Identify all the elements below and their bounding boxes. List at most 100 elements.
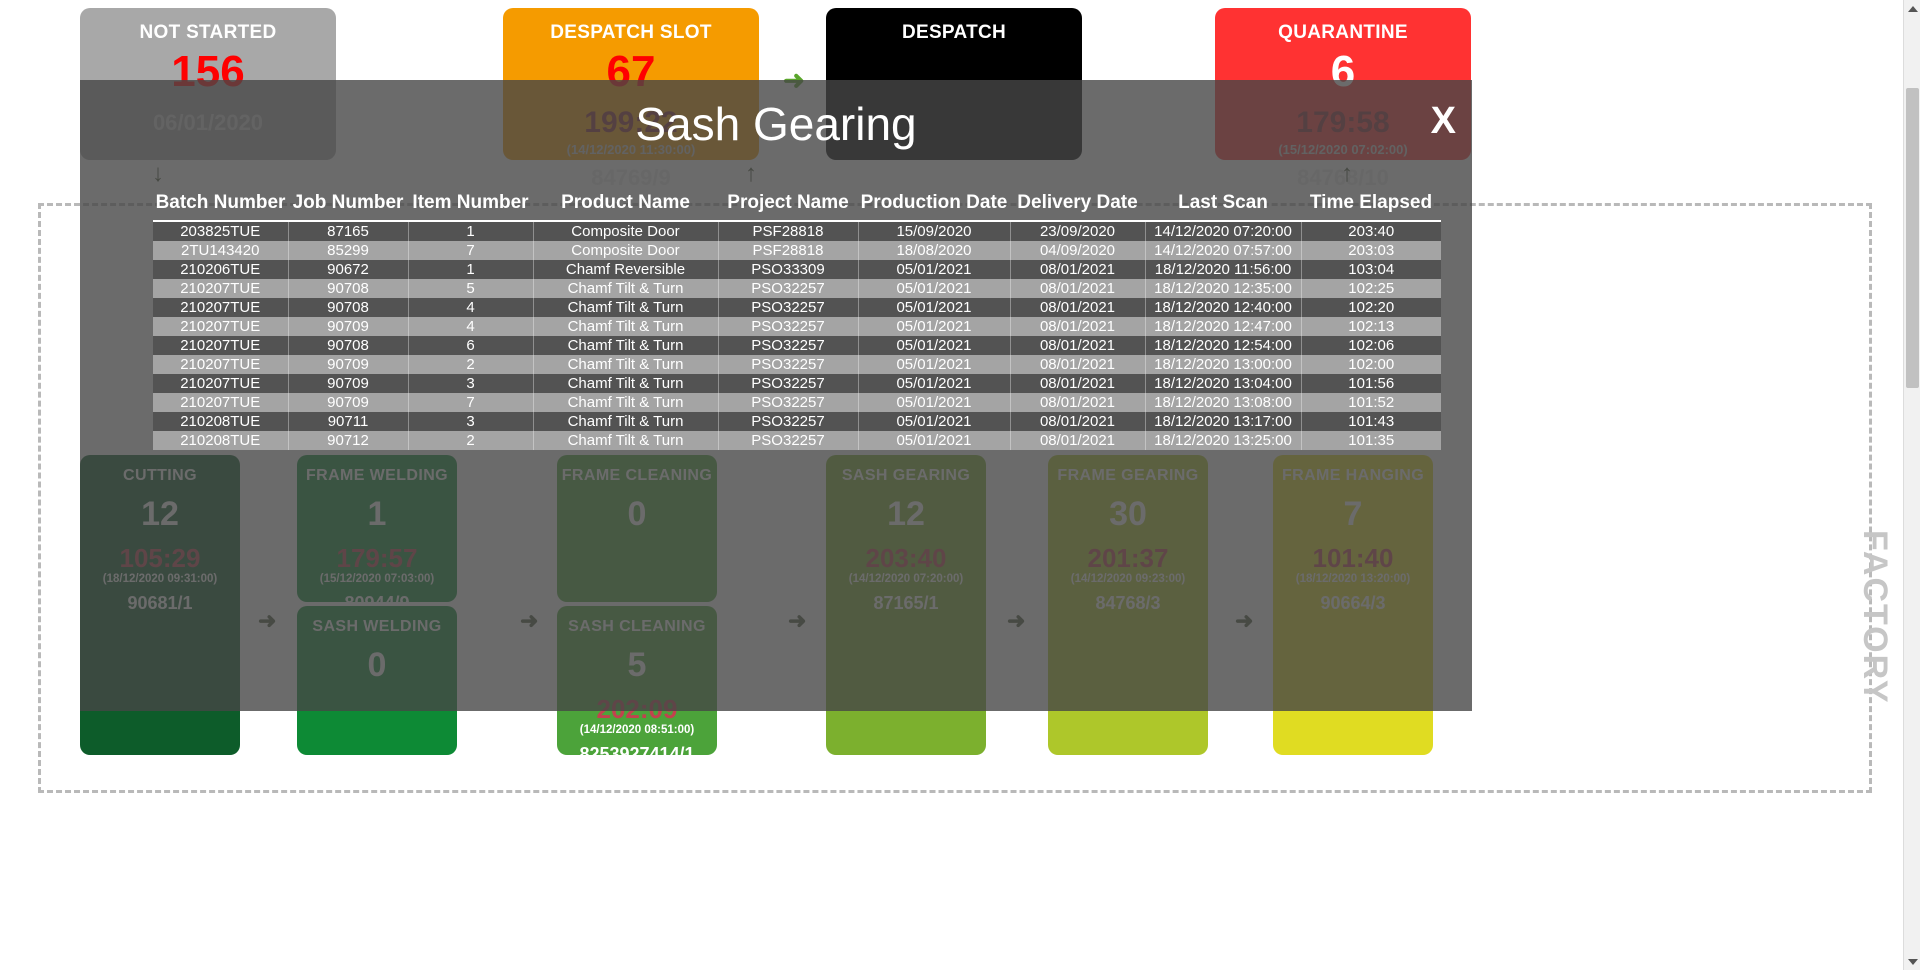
table-cell-time-elapsed: 102:06 — [1301, 336, 1441, 355]
table-cell-job-number: 90712 — [288, 431, 409, 450]
table-row[interactable]: 210207TUE 90709 7 Chamf Tilt & Turn PSO32257… — [153, 393, 1441, 412]
column-header-last-scan[interactable]: Last Scan — [1145, 190, 1301, 222]
close-icon[interactable]: X — [1431, 102, 1456, 140]
table-cell-production-date: 18/08/2020 — [858, 241, 1011, 260]
table-cell-item-number: 2 — [408, 355, 534, 374]
table-cell-item-number: 4 — [408, 317, 534, 336]
table-cell-last-scan: 18/12/2020 13:08:00 — [1145, 393, 1302, 412]
table-cell-project-name: PSO32257 — [718, 355, 859, 374]
table-cell-product-name: Composite Door — [533, 241, 719, 260]
table-cell-product-name: Chamf Tilt & Turn — [533, 393, 719, 412]
table-cell-project-name: PSO32257 — [718, 298, 859, 317]
table-cell-delivery-date: 08/01/2021 — [1010, 317, 1146, 336]
table-row[interactable]: 210207TUE 90708 5 Chamf Tilt & Turn PSO32257… — [153, 279, 1441, 298]
table-cell-time-elapsed: 102:13 — [1301, 317, 1441, 336]
table-cell-production-date: 05/01/2021 — [858, 336, 1011, 355]
column-header-batch-number[interactable]: Batch Number — [153, 190, 288, 222]
table-cell-last-scan: 18/12/2020 13:17:00 — [1145, 412, 1302, 431]
modal-title: Sash Gearing — [635, 98, 917, 150]
column-header-item-number[interactable]: Item Number — [408, 190, 533, 222]
table-cell-item-number: 4 — [408, 298, 534, 317]
table-cell-job-number: 85299 — [288, 241, 409, 260]
table-cell-batch-number: 210207TUE — [153, 393, 289, 412]
table-cell-product-name: Chamf Tilt & Turn — [533, 317, 719, 336]
table-cell-project-name: PSO33309 — [718, 260, 859, 279]
column-header-project-name[interactable]: Project Name — [718, 190, 858, 222]
scrollbar-thumb[interactable] — [1906, 88, 1919, 388]
table-cell-job-number: 90708 — [288, 336, 409, 355]
scroll-down-icon[interactable] — [1904, 953, 1920, 970]
table-cell-time-elapsed: 101:35 — [1301, 431, 1441, 450]
table-cell-project-name: PSO32257 — [718, 336, 859, 355]
table-cell-project-name: PSO32257 — [718, 374, 859, 393]
table-cell-batch-number: 203825TUE — [153, 221, 289, 241]
column-header-delivery-date[interactable]: Delivery Date — [1010, 190, 1145, 222]
jobs-table-body: 203825TUE 87165 1 Composite Door PSF28818 15/… — [153, 221, 1441, 450]
table-cell-product-name: Chamf Tilt & Turn — [533, 412, 719, 431]
table-row[interactable]: 210207TUE 90709 4 Chamf Tilt & Turn PSO32257… — [153, 317, 1441, 336]
table-cell-batch-number: 2TU143420 — [153, 241, 289, 260]
table-cell-delivery-date: 08/01/2021 — [1010, 374, 1146, 393]
table-cell-job-number: 90709 — [288, 317, 409, 336]
table-cell-production-date: 15/09/2020 — [858, 221, 1011, 241]
table-row[interactable]: 210208TUE 90711 3 Chamf Tilt & Turn PSO32257… — [153, 412, 1441, 431]
table-row[interactable]: 2TU143420 85299 7 Composite Door PSF28818 18/… — [153, 241, 1441, 260]
table-cell-delivery-date: 08/01/2021 — [1010, 279, 1146, 298]
table-cell-project-name: PSF28818 — [718, 241, 859, 260]
table-cell-time-elapsed: 103:04 — [1301, 260, 1441, 279]
table-cell-batch-number: 210207TUE — [153, 355, 289, 374]
table-cell-item-number: 2 — [408, 431, 534, 450]
table-cell-project-name: PSO32257 — [718, 317, 859, 336]
factory-label: FACTORY — [1856, 530, 1894, 705]
status-title: QUARANTINE — [1278, 22, 1408, 43]
app-root: FACTORY CUTTING 12 105:29 (18/12/2020 09… — [0, 0, 1920, 970]
table-cell-last-scan: 14/12/2020 07:57:00 — [1145, 241, 1302, 260]
table-row[interactable]: 210207TUE 90709 2 Chamf Tilt & Turn PSO32257… — [153, 355, 1441, 374]
status-title: DESPATCH — [901, 22, 1007, 43]
table-cell-last-scan: 18/12/2020 11:56:00 — [1145, 260, 1302, 279]
table-cell-time-elapsed: 102:20 — [1301, 298, 1441, 317]
table-cell-time-elapsed: 101:52 — [1301, 393, 1441, 412]
table-row[interactable]: 210207TUE 90708 6 Chamf Tilt & Turn PSO32257… — [153, 336, 1441, 355]
table-row[interactable]: 210207TUE 90708 4 Chamf Tilt & Turn PSO32257… — [153, 298, 1441, 317]
table-cell-delivery-date: 04/09/2020 — [1010, 241, 1146, 260]
table-cell-project-name: PSO32257 — [718, 279, 859, 298]
table-cell-time-elapsed: 101:43 — [1301, 412, 1441, 431]
table-cell-project-name: PSF28818 — [718, 221, 859, 241]
table-cell-job-number: 90708 — [288, 279, 409, 298]
table-cell-item-number: 7 — [408, 241, 534, 260]
column-header-job-number[interactable]: Job Number — [288, 190, 408, 222]
scroll-up-icon[interactable] — [1904, 0, 1920, 17]
table-row[interactable]: 210208TUE 90712 2 Chamf Tilt & Turn PSO32257… — [153, 431, 1441, 450]
vertical-scrollbar[interactable] — [1903, 0, 1920, 970]
jobs-table: Batch Number Job Number Item Number Prod… — [153, 190, 1441, 450]
sash-gearing-modal: Sash Gearing X Batch Number Job Number I… — [80, 80, 1472, 711]
column-header-production-date[interactable]: Production Date — [858, 190, 1010, 222]
table-cell-production-date: 05/01/2021 — [858, 393, 1011, 412]
table-cell-last-scan: 18/12/2020 13:25:00 — [1145, 431, 1302, 450]
table-cell-delivery-date: 08/01/2021 — [1010, 260, 1146, 279]
table-cell-production-date: 05/01/2021 — [858, 317, 1011, 336]
table-cell-delivery-date: 08/01/2021 — [1010, 355, 1146, 374]
table-cell-time-elapsed: 102:25 — [1301, 279, 1441, 298]
table-cell-item-number: 1 — [408, 260, 534, 279]
status-title: NOT STARTED — [139, 22, 277, 43]
column-header-time-elapsed[interactable]: Time Elapsed — [1301, 190, 1441, 222]
table-cell-last-scan: 18/12/2020 12:47:00 — [1145, 317, 1302, 336]
table-cell-production-date: 05/01/2021 — [858, 412, 1011, 431]
table-cell-item-number: 3 — [408, 412, 534, 431]
table-row[interactable]: 203825TUE 87165 1 Composite Door PSF28818 15/… — [153, 221, 1441, 241]
table-cell-batch-number: 210207TUE — [153, 298, 289, 317]
table-cell-production-date: 05/01/2021 — [858, 298, 1011, 317]
column-header-product-name[interactable]: Product Name — [533, 190, 718, 222]
table-cell-delivery-date: 08/01/2021 — [1010, 336, 1146, 355]
status-title: DESPATCH SLOT — [550, 22, 712, 43]
table-cell-item-number: 1 — [408, 221, 534, 241]
table-row[interactable]: 210207TUE 90709 3 Chamf Tilt & Turn PSO32257… — [153, 374, 1441, 393]
table-row[interactable]: 210206TUE 90672 1 Chamf Reversible PSO33309 0… — [153, 260, 1441, 279]
table-cell-product-name: Chamf Tilt & Turn — [533, 336, 719, 355]
table-cell-job-number: 90711 — [288, 412, 409, 431]
table-cell-production-date: 05/01/2021 — [858, 279, 1011, 298]
table-cell-job-number: 87165 — [288, 221, 409, 241]
table-cell-delivery-date: 23/09/2020 — [1010, 221, 1146, 241]
